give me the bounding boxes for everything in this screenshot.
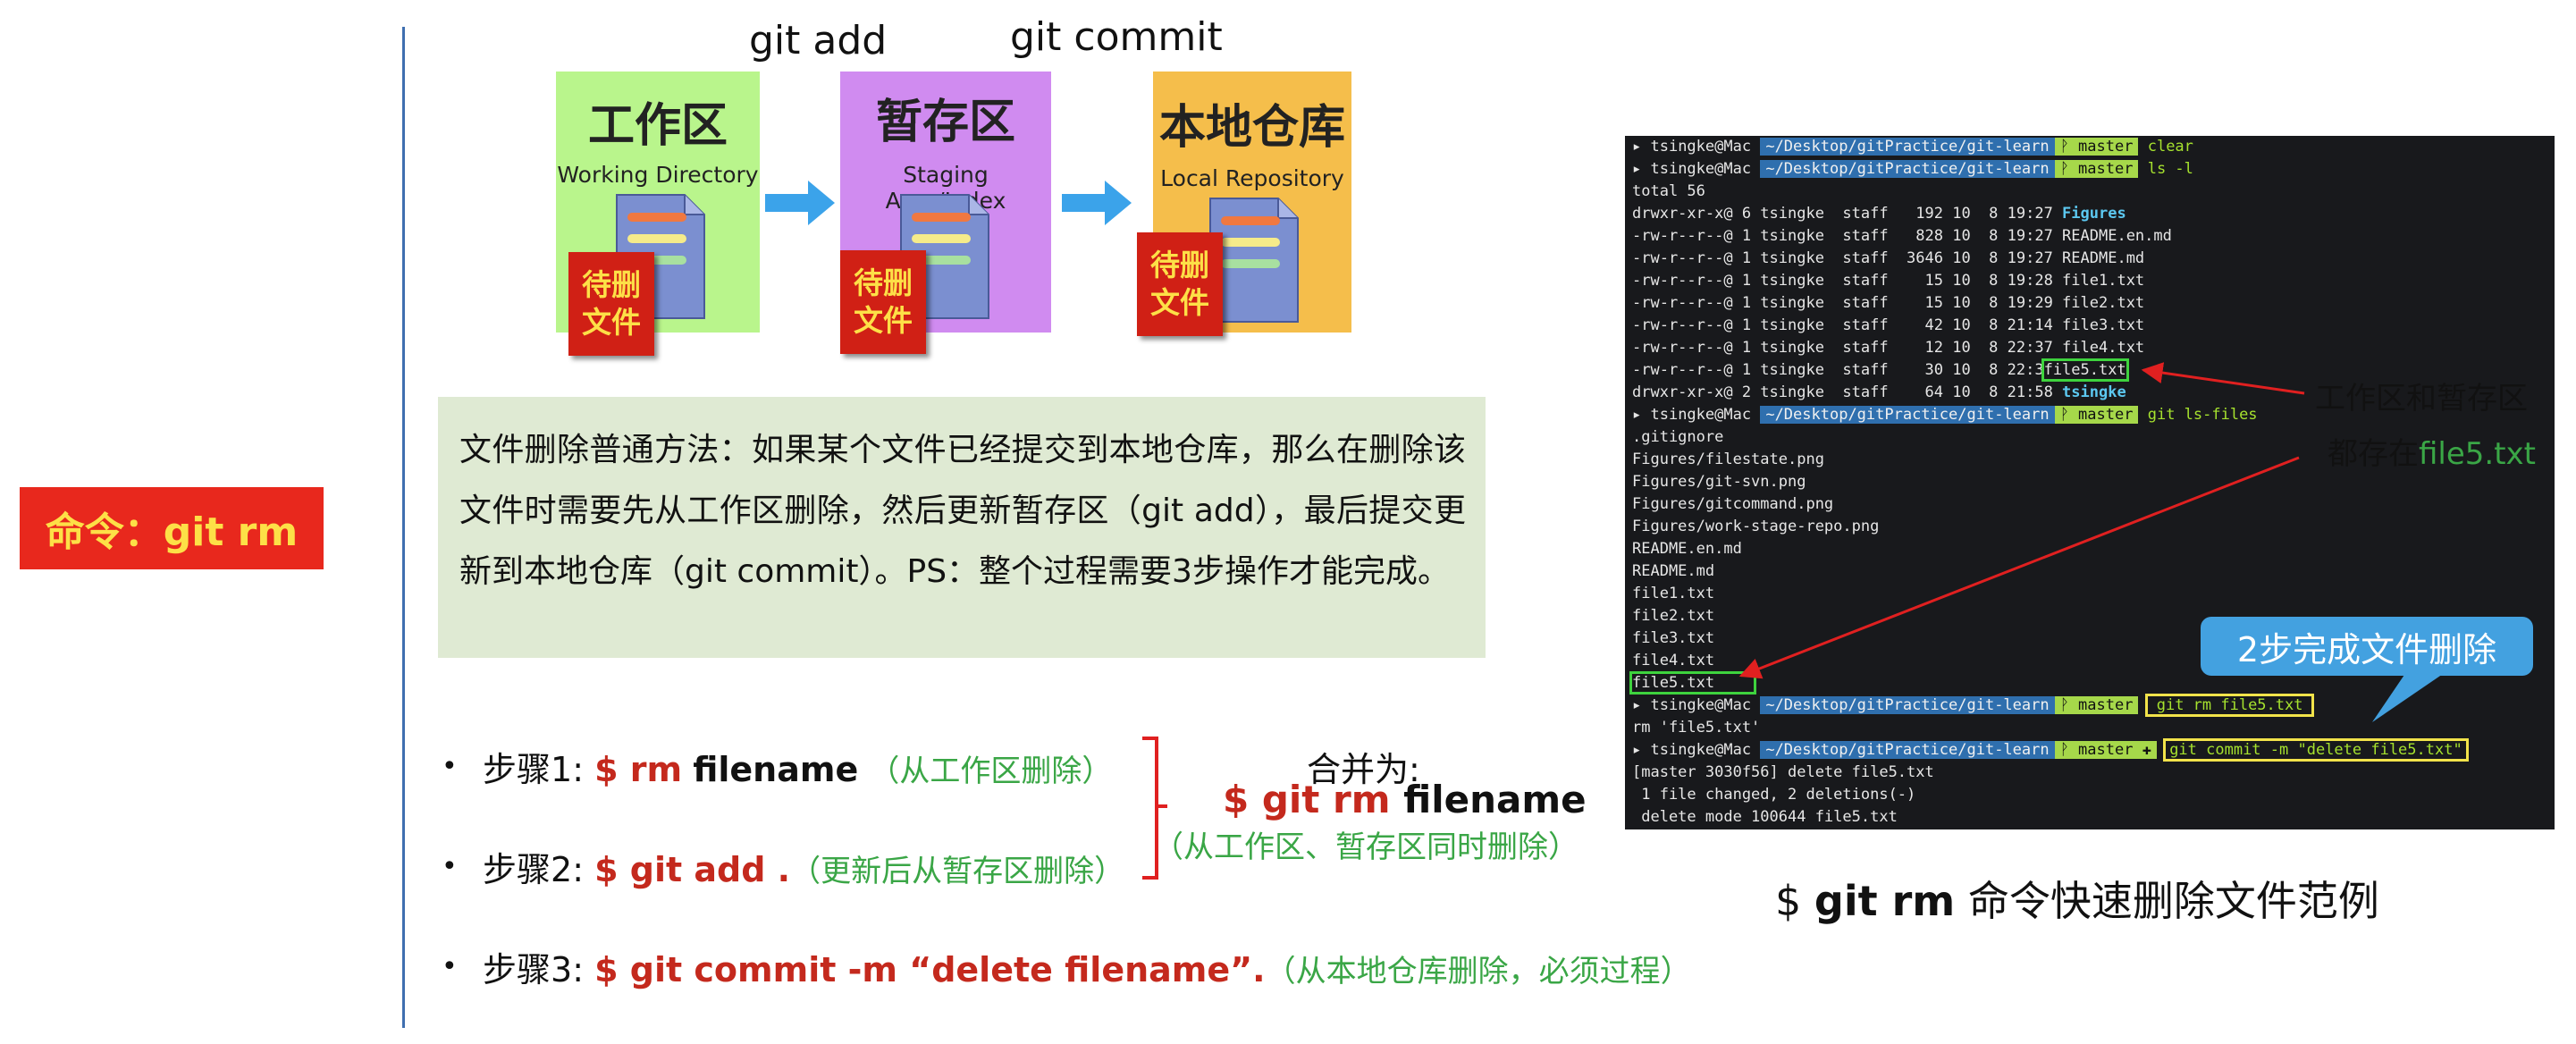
bracket bbox=[1142, 737, 1167, 880]
overlay-graphics bbox=[1142, 362, 2446, 880]
pointer-arrow-2 bbox=[1738, 456, 2300, 679]
pointer-arrow-1 bbox=[2141, 362, 2305, 395]
bubble-tail bbox=[2372, 672, 2446, 722]
